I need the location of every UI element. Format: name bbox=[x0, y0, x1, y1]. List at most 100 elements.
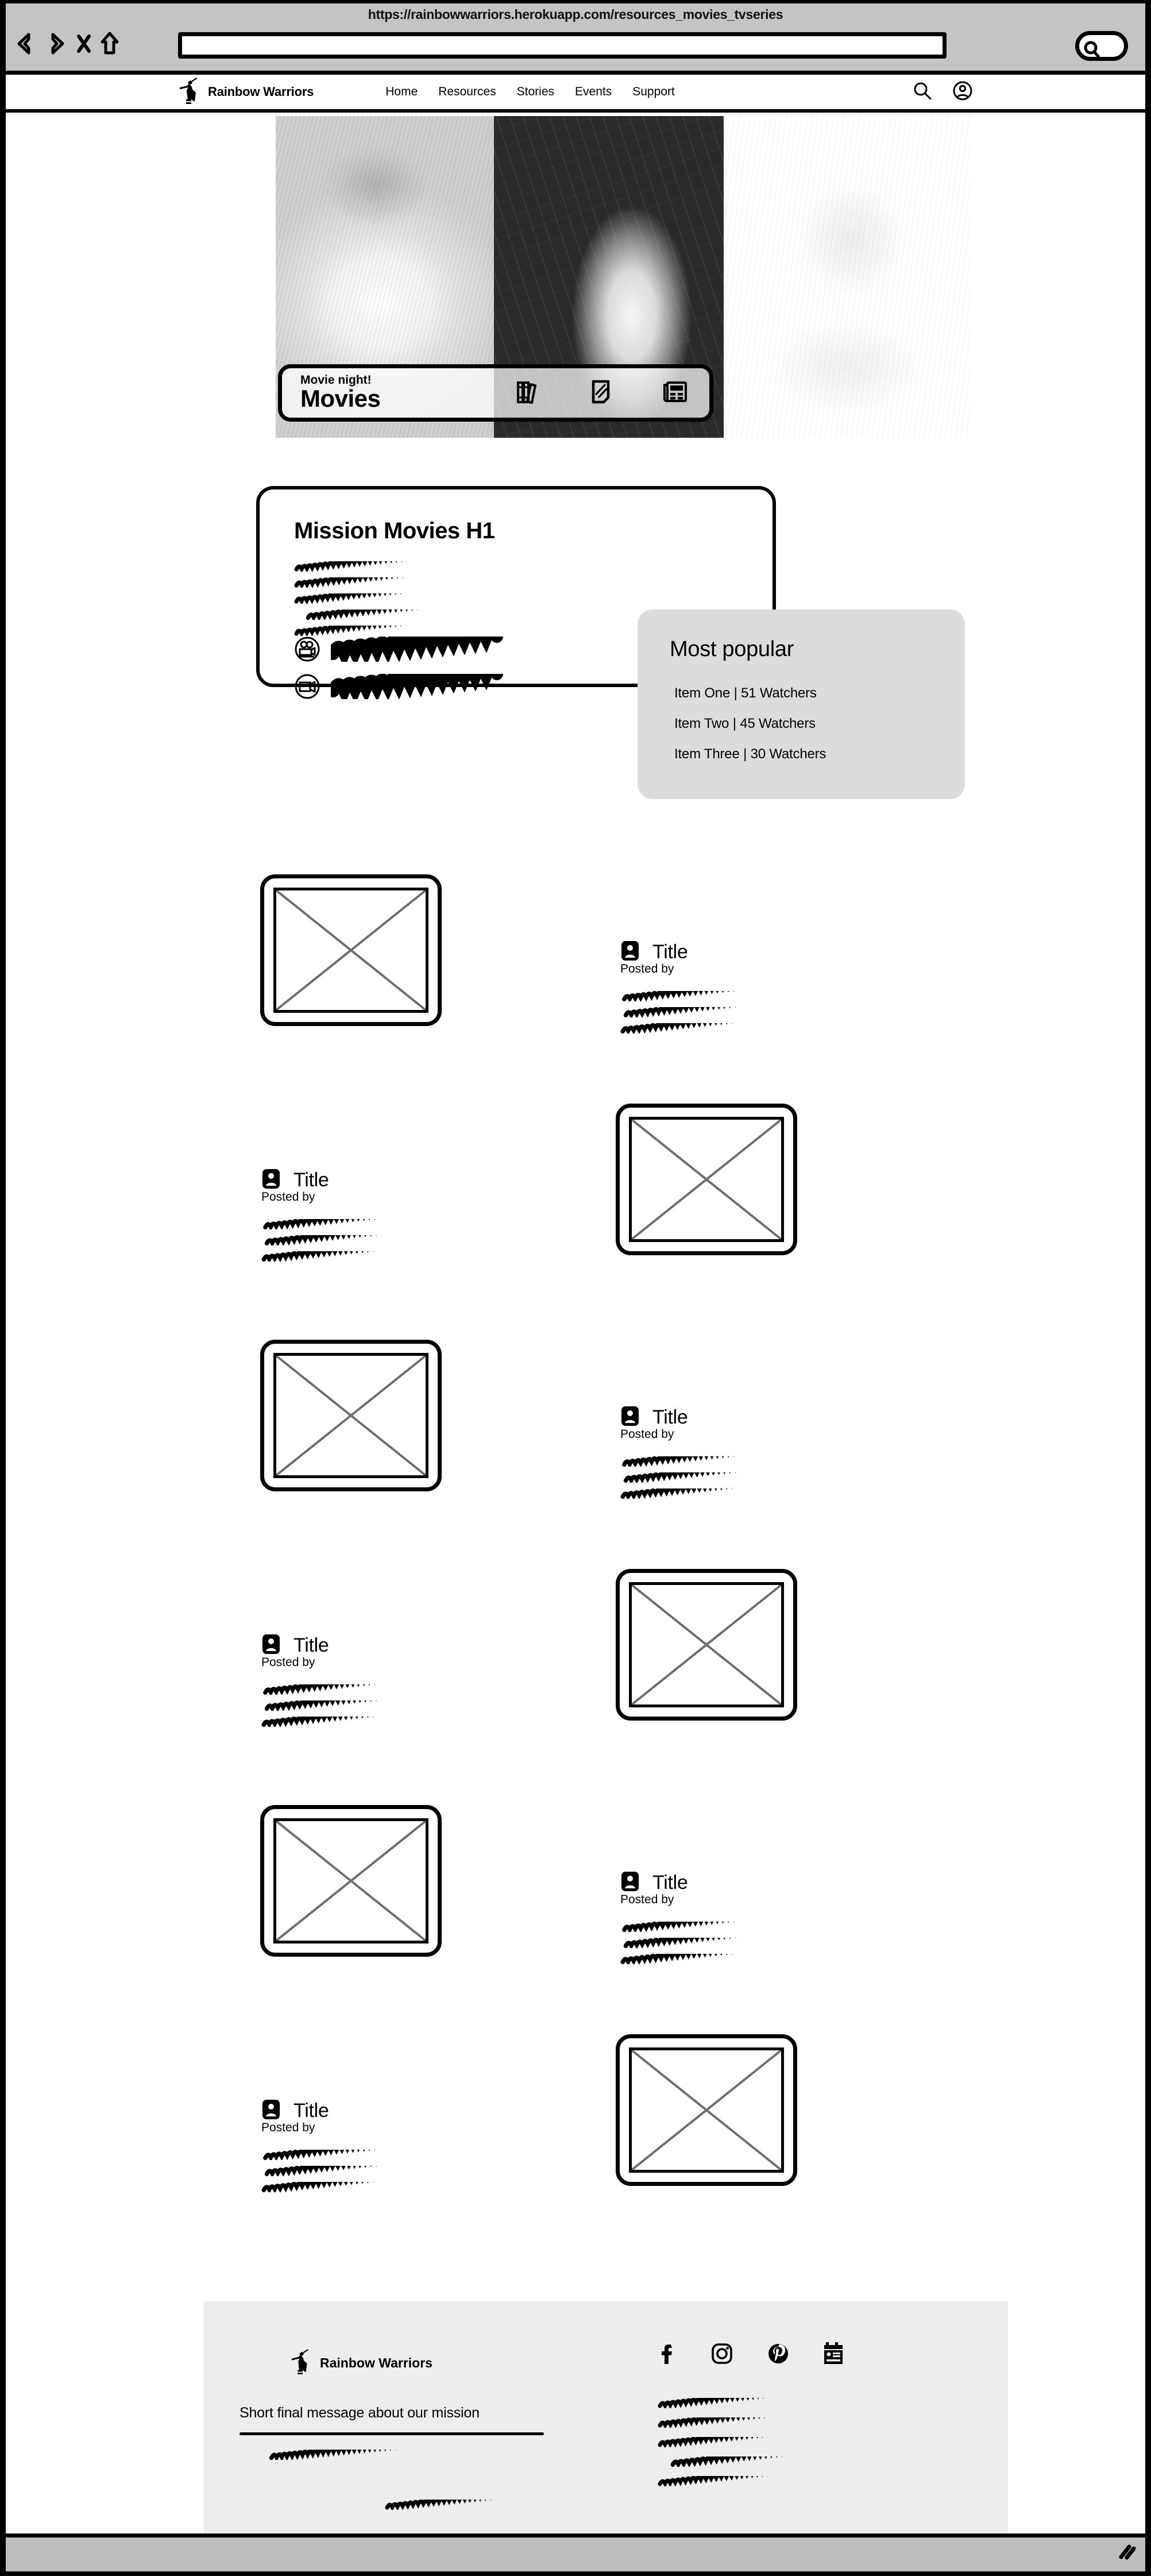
search-icon[interactable] bbox=[912, 80, 933, 104]
article-body: Title Posted by bbox=[620, 1871, 867, 1970]
image-placeholder bbox=[273, 1818, 428, 1943]
instagram-icon[interactable] bbox=[710, 2341, 733, 2369]
placeholder-text-line bbox=[261, 1684, 508, 1695]
placeholder-text-line bbox=[261, 1219, 508, 1229]
list-item[interactable]: Item Two | 45 Watchers bbox=[674, 716, 826, 732]
article-thumbnail[interactable] bbox=[260, 1805, 442, 1957]
address-bar[interactable] bbox=[178, 32, 947, 59]
facebook-icon[interactable] bbox=[658, 2341, 677, 2369]
nav-link-home[interactable]: Home bbox=[385, 85, 418, 99]
resize-grip-icon[interactable] bbox=[1117, 2542, 1136, 2563]
placeholder-text-line bbox=[240, 2450, 527, 2460]
article-header: Title bbox=[261, 1168, 508, 1193]
forward-arrow-icon[interactable] bbox=[45, 32, 68, 56]
nav-link-resources[interactable]: Resources bbox=[438, 85, 496, 99]
placeholder-text-line bbox=[294, 610, 621, 620]
article-title[interactable]: Title bbox=[293, 2100, 329, 2122]
browser-chrome: https://rainbowwarriors.herokuapp.com/re… bbox=[6, 3, 1145, 75]
image-placeholder bbox=[629, 1582, 784, 1707]
placeholder-text-line bbox=[658, 2417, 951, 2428]
film-projector-icon bbox=[294, 636, 320, 665]
placeholder-text-line bbox=[620, 1456, 867, 1467]
warrior-logo-icon bbox=[290, 2347, 313, 2379]
placeholder-text-line bbox=[261, 1700, 508, 1711]
article-body: Title Posted by bbox=[261, 2099, 508, 2198]
list-item[interactable]: Item One | 51 Watchers bbox=[674, 685, 826, 701]
mission-row-placeholder bbox=[327, 624, 535, 668]
home-icon[interactable] bbox=[100, 31, 119, 56]
list-item[interactable]: Item Three | 30 Watchers bbox=[674, 746, 826, 762]
placeholder-text-line bbox=[620, 1472, 867, 1483]
browser-window: https://rainbowwarriors.herokuapp.com/re… bbox=[0, 0, 1151, 2576]
footer-bottom-placeholder bbox=[385, 2500, 862, 2510]
article-header: Title bbox=[261, 1633, 508, 1658]
warrior-logo-icon bbox=[178, 76, 202, 109]
placeholder-text-line bbox=[261, 1251, 508, 1262]
books-icon[interactable] bbox=[516, 379, 539, 407]
site-footer: Rainbow Warriors Short final message abo… bbox=[204, 2301, 1008, 2543]
article-row: Title Posted by bbox=[6, 1336, 1145, 1569]
article-title[interactable]: Title bbox=[652, 1872, 688, 1894]
footer-divider bbox=[240, 2432, 544, 2435]
placeholder-text-line bbox=[261, 1235, 508, 1245]
article-excerpt-placeholder bbox=[261, 2150, 508, 2192]
article-title[interactable]: Title bbox=[293, 1169, 329, 1191]
article-thumbnail[interactable] bbox=[260, 874, 442, 1026]
nav-icon-group bbox=[912, 80, 973, 104]
article-row: Title Posted by bbox=[6, 1104, 1145, 1336]
footer-social-links bbox=[658, 2340, 844, 2370]
image-placeholder bbox=[629, 1117, 784, 1242]
article-header: Title bbox=[261, 2099, 508, 2123]
placeholder-text-line bbox=[658, 2437, 951, 2447]
close-x-icon[interactable] bbox=[76, 32, 92, 55]
nav-link-events[interactable]: Events bbox=[575, 85, 612, 99]
placeholder-text-line bbox=[620, 1938, 867, 1948]
article-title[interactable]: Title bbox=[652, 941, 688, 963]
placeholder-text-line bbox=[261, 2182, 508, 2192]
note-document-icon[interactable] bbox=[591, 379, 611, 407]
article-thumbnail[interactable] bbox=[260, 1340, 442, 1491]
placeholder-text-line bbox=[385, 2500, 862, 2510]
chrome-search-button[interactable] bbox=[1075, 31, 1128, 61]
nav-link-stories[interactable]: Stories bbox=[517, 85, 554, 99]
article-posted-by: Posted by bbox=[261, 2121, 315, 2134]
back-arrow-icon[interactable] bbox=[14, 32, 37, 56]
article-posted-by: Posted by bbox=[261, 1190, 315, 1204]
footer-brand[interactable]: Rainbow Warriors bbox=[290, 2347, 432, 2379]
most-popular-card: Most popular Item One | 51 Watchers Item… bbox=[638, 610, 965, 799]
avatar-badge-icon bbox=[620, 1871, 640, 1895]
article-thumbnail[interactable] bbox=[616, 2034, 797, 2186]
newspaper-icon[interactable] bbox=[662, 380, 687, 407]
hero-title: Movies bbox=[300, 385, 381, 412]
placeholder-text-line bbox=[658, 2457, 951, 2467]
article-body: Title Posted by bbox=[620, 1405, 867, 1505]
image-placeholder bbox=[273, 888, 428, 1013]
mission-heading: Mission Movies H1 bbox=[294, 518, 495, 543]
placeholder-text-line bbox=[620, 991, 867, 1001]
hero-banner: Movie night! Movies bbox=[278, 364, 713, 422]
placeholder-text-line bbox=[294, 626, 621, 636]
article-row: Title Posted by bbox=[6, 2034, 1145, 2267]
image-placeholder bbox=[273, 1353, 428, 1478]
most-popular-list: Item One | 51 Watchers Item Two | 45 Wat… bbox=[674, 685, 826, 777]
article-title[interactable]: Title bbox=[293, 1634, 329, 1657]
article-thumbnail[interactable] bbox=[616, 1104, 797, 1255]
brand-logo-link[interactable]: Rainbow Warriors bbox=[178, 76, 314, 109]
most-popular-title: Most popular bbox=[670, 637, 794, 661]
article-list: Title Posted by Title Posted by Title Posted … bbox=[6, 871, 1145, 2267]
pinterest-icon[interactable] bbox=[767, 2341, 790, 2369]
article-excerpt-placeholder bbox=[620, 991, 867, 1034]
article-excerpt-placeholder bbox=[261, 1219, 508, 1262]
article-header: Title bbox=[620, 1871, 867, 1895]
hero-icon-group bbox=[516, 379, 687, 407]
nav-link-support[interactable]: Support bbox=[632, 85, 675, 99]
article-title[interactable]: Title bbox=[652, 1406, 688, 1429]
article-thumbnail[interactable] bbox=[616, 1569, 797, 1721]
account-circle-icon[interactable] bbox=[952, 80, 973, 104]
placeholder-text-line bbox=[658, 2476, 951, 2486]
placeholder-text-line bbox=[261, 2166, 508, 2176]
newspaper-icon[interactable] bbox=[823, 2340, 844, 2370]
nav-links: Home Resources Stories Events Support bbox=[385, 85, 675, 99]
hero-kicker: Movie night! bbox=[300, 373, 372, 387]
article-posted-by: Posted by bbox=[620, 1893, 674, 1906]
